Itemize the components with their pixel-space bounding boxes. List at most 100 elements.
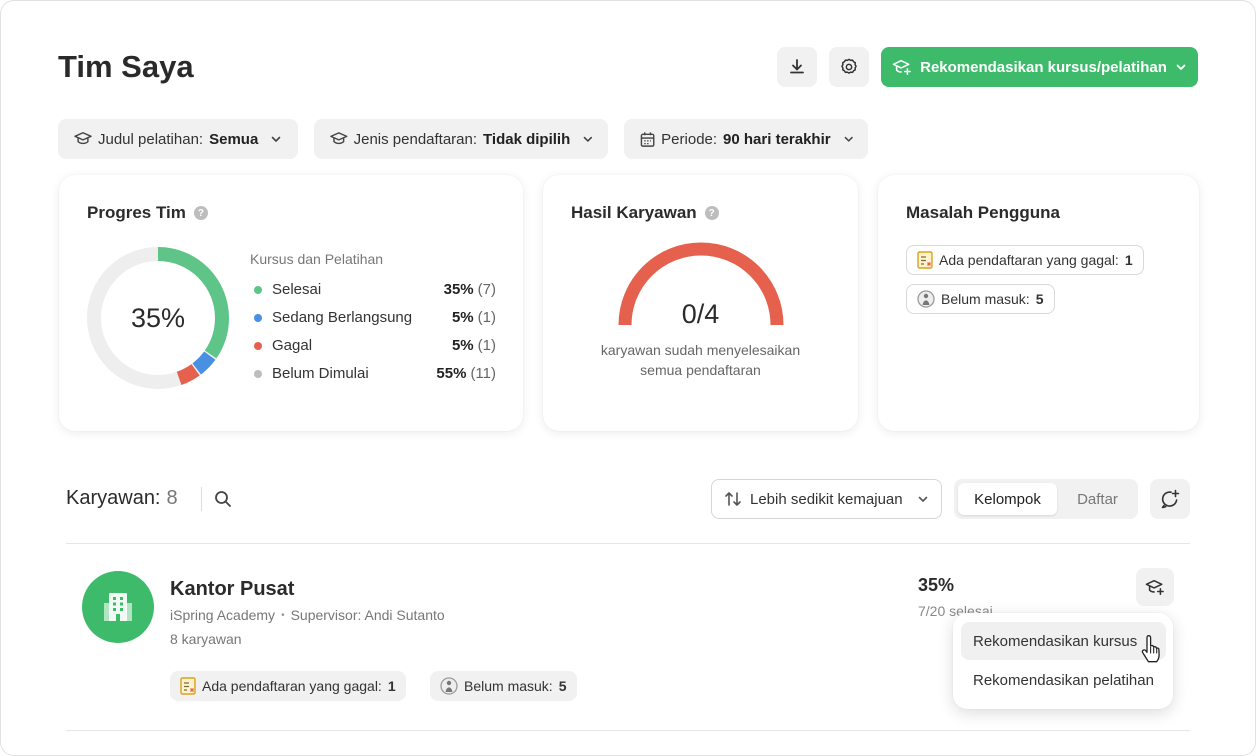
graduation-cap-icon: [330, 132, 348, 145]
legend-count: (7): [477, 281, 496, 298]
divider: [66, 543, 1190, 544]
divider: [201, 487, 202, 511]
group-recommend-button[interactable]: [1136, 568, 1174, 606]
legend-count: (1): [477, 309, 496, 326]
chevron-down-icon: [844, 136, 853, 142]
building-icon: [104, 593, 132, 621]
divider: [66, 730, 1190, 731]
page-title: Tim Saya: [58, 49, 194, 84]
results-caption-line1: karyawan sudah menyelesaikan: [600, 342, 801, 358]
not-logged-in-chip[interactable]: Belum masuk: 5: [906, 284, 1055, 314]
failed-enrollment-icon: [917, 251, 933, 269]
legend-item-in-progress: Sedang Berlangsung 5% (1): [254, 309, 496, 326]
user-issues-title: Masalah Pengguna: [906, 203, 1060, 222]
employees-label: Karyawan:: [66, 487, 161, 509]
failed-enrollment-icon: [180, 677, 196, 695]
chip-label: Ada pendaftaran yang gagal:: [202, 678, 382, 694]
download-button[interactable]: [777, 47, 817, 87]
view-group-tab[interactable]: Kelompok: [958, 483, 1057, 515]
results-caption-line2: semua pendaftaran: [640, 362, 761, 378]
group-progress-pct: 35%: [918, 575, 955, 595]
search-icon: [215, 491, 231, 507]
legend-pct: 55%: [436, 365, 467, 382]
group-avatar: [82, 571, 154, 643]
results-value: 0/4: [681, 299, 720, 329]
legend-item-failed: Gagal 5% (1): [254, 337, 496, 354]
chip-value: 1: [1124, 252, 1133, 268]
group-org: iSpring Academy: [170, 607, 276, 623]
menu-item-recommend-training[interactable]: Rekomendasikan pelatihan: [961, 661, 1166, 699]
bullet-separator: •: [281, 609, 285, 621]
card-title: Progres Tim ?: [87, 203, 208, 223]
card-title: Masalah Pengguna: [906, 203, 1060, 223]
recommend-course-label: Rekomendasikan kursus/pelatihan: [920, 58, 1167, 76]
chevron-down-icon: [1176, 64, 1186, 70]
chip-value: 1: [387, 678, 396, 694]
menu-item-recommend-course[interactable]: Rekomendasikan kursus: [961, 622, 1166, 660]
filter-value: 90 hari terakhir: [723, 130, 831, 148]
chip-value: 5: [558, 678, 567, 694]
legend-count: (1): [477, 337, 496, 354]
not-logged-in-icon: [440, 677, 458, 695]
settings-button[interactable]: [829, 47, 869, 87]
employee-results-title: Hasil Karyawan: [571, 203, 697, 222]
employees-count: 8: [166, 487, 178, 509]
not-logged-in-icon: [917, 290, 935, 308]
legend-dot: [254, 341, 262, 350]
legend-dot: [254, 369, 262, 378]
team-progress-title: Progres Tim: [87, 203, 186, 222]
chip-label: Ada pendaftaran yang gagal:: [939, 252, 1119, 268]
filter-enrollment-type[interactable]: Jenis pendaftaran: Tidak dipilih: [314, 119, 608, 159]
group-not-logged-in-chip[interactable]: Belum masuk: 5: [430, 671, 577, 701]
sort-icon: [725, 492, 741, 506]
failed-enrollment-chip[interactable]: Ada pendaftaran yang gagal: 1: [906, 245, 1144, 275]
filter-value: Semua: [209, 130, 259, 148]
app-window: Tim Saya Rekomendasikan kursus/pelatihan…: [0, 0, 1256, 756]
employees-heading: Karyawan: 8: [66, 487, 178, 510]
group-meta: iSpring Academy • Supervisor: Andi Sutan…: [170, 607, 445, 623]
chip-label: Belum masuk:: [941, 291, 1030, 307]
chevron-down-icon: [583, 136, 593, 142]
employee-results-card: Hasil Karyawan ? 0/4 karyawan sudah meny…: [543, 175, 858, 431]
chip-value: 5: [1035, 291, 1044, 307]
team-progress-card: Progres Tim ? 35% Kursus dan Pelatihan S…: [59, 175, 523, 431]
help-icon[interactable]: ?: [193, 206, 208, 220]
filter-period[interactable]: Periode: 90 hari terakhir: [624, 119, 868, 159]
help-icon[interactable]: ?: [704, 206, 719, 220]
graduation-cap-icon: [74, 132, 92, 145]
filter-label: Judul pelatihan:: [98, 130, 204, 148]
graduation-cap-plus-icon: [892, 59, 911, 75]
download-icon: [790, 59, 804, 74]
donut-center-value: 35%: [131, 303, 185, 333]
sort-dropdown[interactable]: Lebih sedikit kemajuan: [711, 479, 942, 519]
gear-icon: [841, 58, 857, 74]
sort-label: Lebih sedikit kemajuan: [750, 490, 903, 508]
legend-label: Gagal: [272, 337, 313, 354]
chevron-down-icon: [918, 496, 928, 502]
legend-label: Sedang Berlangsung: [272, 309, 413, 326]
hand-cursor-icon: [1141, 635, 1160, 663]
legend-item-completed: Selesai 35% (7): [254, 281, 496, 298]
legend-label: Selesai: [272, 281, 322, 298]
group-failed-enrollment-chip[interactable]: Ada pendaftaran yang gagal: 1: [170, 671, 406, 701]
legend-dot: [254, 285, 262, 294]
legend-pct: 35%: [443, 281, 474, 298]
legend-title: Kursus dan Pelatihan: [250, 251, 384, 267]
legend-label: Belum Dimulai: [272, 365, 369, 382]
graduation-cap-plus-icon: [1145, 579, 1164, 595]
filter-training-title[interactable]: Judul pelatihan: Semua: [58, 119, 298, 159]
search-button[interactable]: [211, 487, 235, 511]
filter-label: Jenis pendaftaran:: [353, 130, 478, 148]
progress-donut-chart: 35%: [87, 247, 229, 389]
group-members: 8 karyawan: [170, 631, 242, 647]
group-name[interactable]: Kantor Pusat: [170, 578, 294, 601]
legend-pct: 5%: [451, 337, 474, 354]
chat-plus-icon: [1161, 489, 1180, 509]
legend-pct: 5%: [451, 309, 474, 326]
card-title: Hasil Karyawan ?: [571, 203, 719, 223]
add-feedback-button[interactable]: [1150, 479, 1190, 519]
recommend-course-button[interactable]: Rekomendasikan kursus/pelatihan: [881, 47, 1198, 87]
legend-count: (11): [470, 365, 496, 382]
chip-label: Belum masuk:: [464, 678, 553, 694]
view-list-tab[interactable]: Daftar: [1061, 483, 1134, 515]
